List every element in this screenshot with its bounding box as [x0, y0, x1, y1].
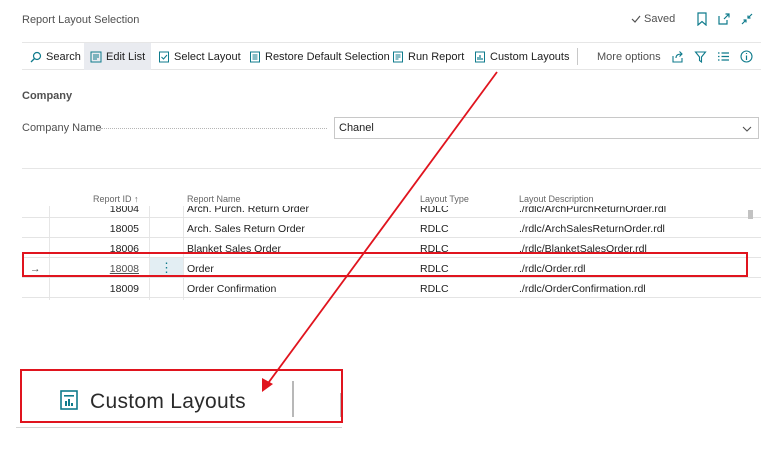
- select-layout-button[interactable]: Select Layout: [158, 43, 241, 70]
- layout-type-cell: RDLC: [420, 206, 449, 215]
- report-id-cell: 18005: [109, 223, 139, 235]
- more-options-label: More options: [597, 50, 661, 63]
- restore-default-selection-button[interactable]: Restore Default Selection: [249, 43, 390, 70]
- custom-layouts-button[interactable]: Custom Layouts: [474, 43, 569, 70]
- saved-indicator: Saved: [631, 13, 675, 25]
- saved-label: Saved: [644, 13, 676, 25]
- custom-layouts-icon-large: [60, 390, 78, 410]
- layout-type-cell: RDLC: [420, 283, 449, 295]
- open-new-window-icon[interactable]: [717, 12, 731, 26]
- run-report-label: Run Report: [408, 50, 465, 63]
- action-toolbar: Search Edit List Select Layout Restore D…: [22, 42, 761, 70]
- column-header-report-name[interactable]: Report Name: [187, 194, 241, 204]
- custom-layouts-callout-label: Custom Layouts: [90, 390, 246, 413]
- select-layout-label: Select Layout: [174, 50, 241, 63]
- column-header-report-id[interactable]: Report ID ↑: [93, 194, 139, 204]
- report-name-cell: Order Confirmation: [187, 283, 277, 295]
- custom-layouts-label: Custom Layouts: [490, 50, 570, 63]
- layout-description-cell: ./rdlc/OrderConfirmation.rdl: [519, 283, 646, 295]
- column-header-layout-description[interactable]: Layout Description: [519, 194, 594, 204]
- company-name-select[interactable]: Chanel: [334, 117, 759, 139]
- filter-icon[interactable]: [694, 50, 707, 63]
- edit-list-icon: [90, 51, 102, 62]
- search-button[interactable]: Search: [30, 43, 81, 70]
- section-divider: [22, 168, 761, 169]
- edit-list-label: Edit List: [106, 50, 146, 63]
- callout-baseline: [16, 427, 342, 428]
- table-row[interactable]: 18005 Arch. Sales Return Order RDLC ./rd…: [22, 218, 761, 238]
- restore-icon: [250, 51, 260, 62]
- report-id-cell: 18004: [109, 206, 139, 215]
- page-title: Report Layout Selection: [22, 14, 140, 26]
- search-label: Search: [46, 50, 81, 63]
- toolbar-divider: [577, 48, 578, 65]
- checkmark-icon: [631, 15, 641, 23]
- edit-list-button[interactable]: Edit List: [84, 43, 152, 70]
- layout-description-cell: ./rdlc/ArchPurchReturnOrder.rdl: [519, 206, 667, 215]
- company-name-label: Company Name: [22, 122, 102, 134]
- collapse-icon[interactable]: [740, 12, 754, 26]
- callout-toolbar-divider: [292, 381, 294, 417]
- table-row[interactable]: 18004 Arch. Purch. Return Order RDLC ./r…: [22, 206, 761, 218]
- report-id-cell: 18009: [109, 283, 139, 295]
- chevron-down-icon: [742, 126, 752, 132]
- list-view-icon[interactable]: [717, 50, 730, 63]
- report-name-cell: Arch. Purch. Return Order: [187, 206, 309, 215]
- section-heading-company[interactable]: Company: [22, 90, 72, 102]
- more-options-button[interactable]: More options: [597, 43, 661, 70]
- select-layout-icon: [159, 51, 169, 62]
- column-header-layout-type[interactable]: Layout Type: [420, 194, 469, 204]
- label-leader-dots: [101, 128, 327, 129]
- company-name-value: Chanel: [339, 122, 374, 134]
- restore-default-label: Restore Default Selection: [265, 50, 390, 63]
- grid-scrollbar-thumb[interactable]: [748, 210, 753, 219]
- layout-type-cell: RDLC: [420, 223, 449, 235]
- search-icon: [30, 51, 42, 62]
- bookmark-icon[interactable]: [695, 12, 709, 26]
- run-report-icon: [393, 51, 403, 62]
- layout-description-cell: ./rdlc/ArchSalesReturnOrder.rdl: [519, 223, 665, 235]
- run-report-button[interactable]: Run Report: [392, 43, 464, 70]
- info-icon[interactable]: [740, 50, 753, 63]
- callout-edge-divider: [340, 393, 341, 417]
- share-icon[interactable]: [671, 50, 684, 63]
- selected-row-highlight: [22, 252, 748, 277]
- table-row[interactable]: 18009 Order Confirmation RDLC ./rdlc/Ord…: [22, 278, 761, 298]
- report-name-cell: Arch. Sales Return Order: [187, 223, 305, 235]
- custom-layouts-icon: [475, 51, 485, 62]
